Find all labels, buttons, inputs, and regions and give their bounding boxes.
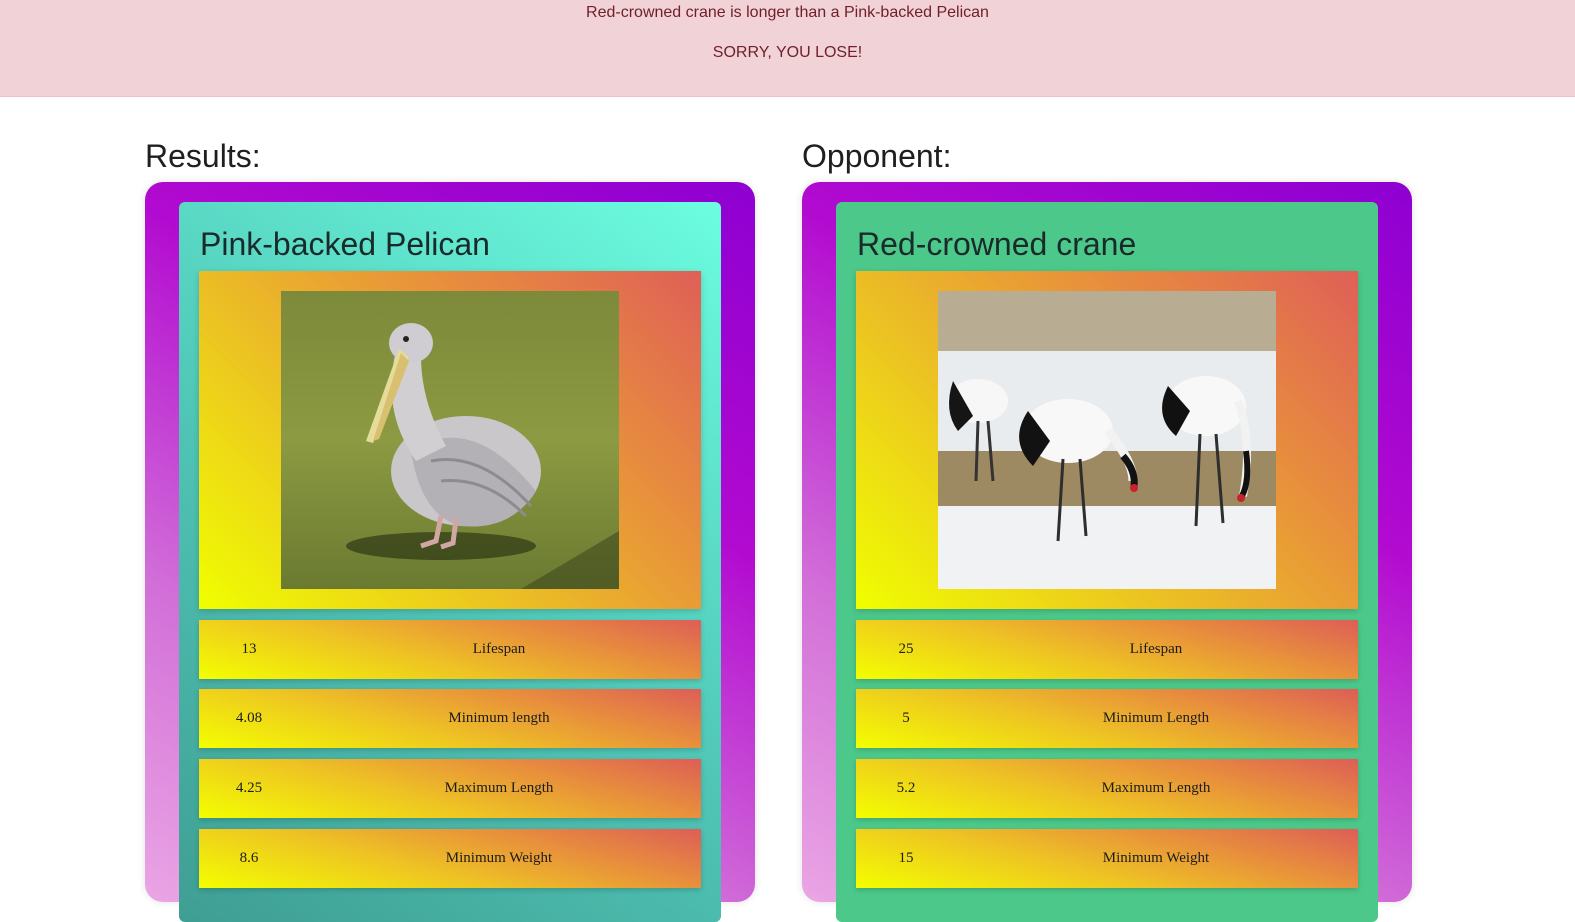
stat-value: 8.6 — [239, 850, 259, 866]
opponent-card-title: Red-crowned crane — [857, 226, 1137, 262]
opponent-stat-minimum-weight[interactable]: 15 Minimum Weight — [856, 829, 1358, 888]
opponent-stat-maximum-length[interactable]: 5.2 Maximum Length — [856, 759, 1358, 818]
result-alert: Red-crowned crane is longer than a Pink-… — [0, 0, 1575, 97]
stat-value: 25 — [898, 641, 914, 657]
stat-value: 4.08 — [235, 710, 263, 726]
opponent-card-frame: Red-crowned crane 25 Lifespan 5 Minimum … — [802, 182, 1412, 922]
player-card-frame: Pink-backed Pelican 13 Lifespan 4.08 Min… — [145, 182, 755, 922]
player-stat-maximum-length[interactable]: 4.25 Maximum Length — [199, 759, 701, 818]
pelican-illustration — [281, 291, 619, 589]
stat-label: Maximum Length — [1101, 780, 1211, 796]
result-message: Red-crowned crane is longer than a Pink-… — [586, 4, 989, 21]
opponent-stat-lifespan[interactable]: 25 Lifespan — [856, 620, 1358, 679]
stat-label: Lifespan — [1129, 641, 1183, 657]
player-image-frame — [199, 271, 701, 609]
stat-label: Lifespan — [472, 641, 526, 657]
player-card: Pink-backed Pelican 13 Lifespan 4.08 Min… — [179, 202, 721, 922]
stat-label: Minimum length — [448, 710, 550, 726]
player-stat-minimum-length[interactable]: 4.08 Minimum length — [199, 689, 701, 748]
red-crowned-crane-photo — [938, 291, 1276, 589]
stat-value: 4.25 — [235, 780, 263, 796]
result-outcome: SORRY, YOU LOSE! — [712, 44, 863, 61]
opponent-heading: Opponent: — [802, 138, 952, 174]
player-stat-minimum-weight[interactable]: 8.6 Minimum Weight — [199, 829, 701, 888]
stat-label: Minimum Weight — [1102, 850, 1210, 866]
pink-backed-pelican-photo — [281, 291, 619, 589]
stat-label: Maximum Length — [444, 780, 554, 796]
stat-value: 5 — [902, 710, 910, 726]
stat-label: Minimum Length — [1102, 710, 1210, 726]
opponent-stat-minimum-length[interactable]: 5 Minimum Length — [856, 689, 1358, 748]
stat-value: 5.2 — [896, 780, 916, 796]
stat-value: 13 — [241, 641, 257, 657]
player-stat-lifespan[interactable]: 13 Lifespan — [199, 620, 701, 679]
player-card-title: Pink-backed Pelican — [200, 226, 490, 262]
opponent-card: Red-crowned crane 25 Lifespan 5 Minimum … — [836, 202, 1378, 922]
results-heading: Results: — [145, 138, 261, 174]
stat-value: 15 — [898, 850, 914, 866]
opponent-image-frame — [856, 271, 1358, 609]
stat-label: Minimum Weight — [445, 850, 553, 866]
crane-illustration — [938, 291, 1276, 589]
